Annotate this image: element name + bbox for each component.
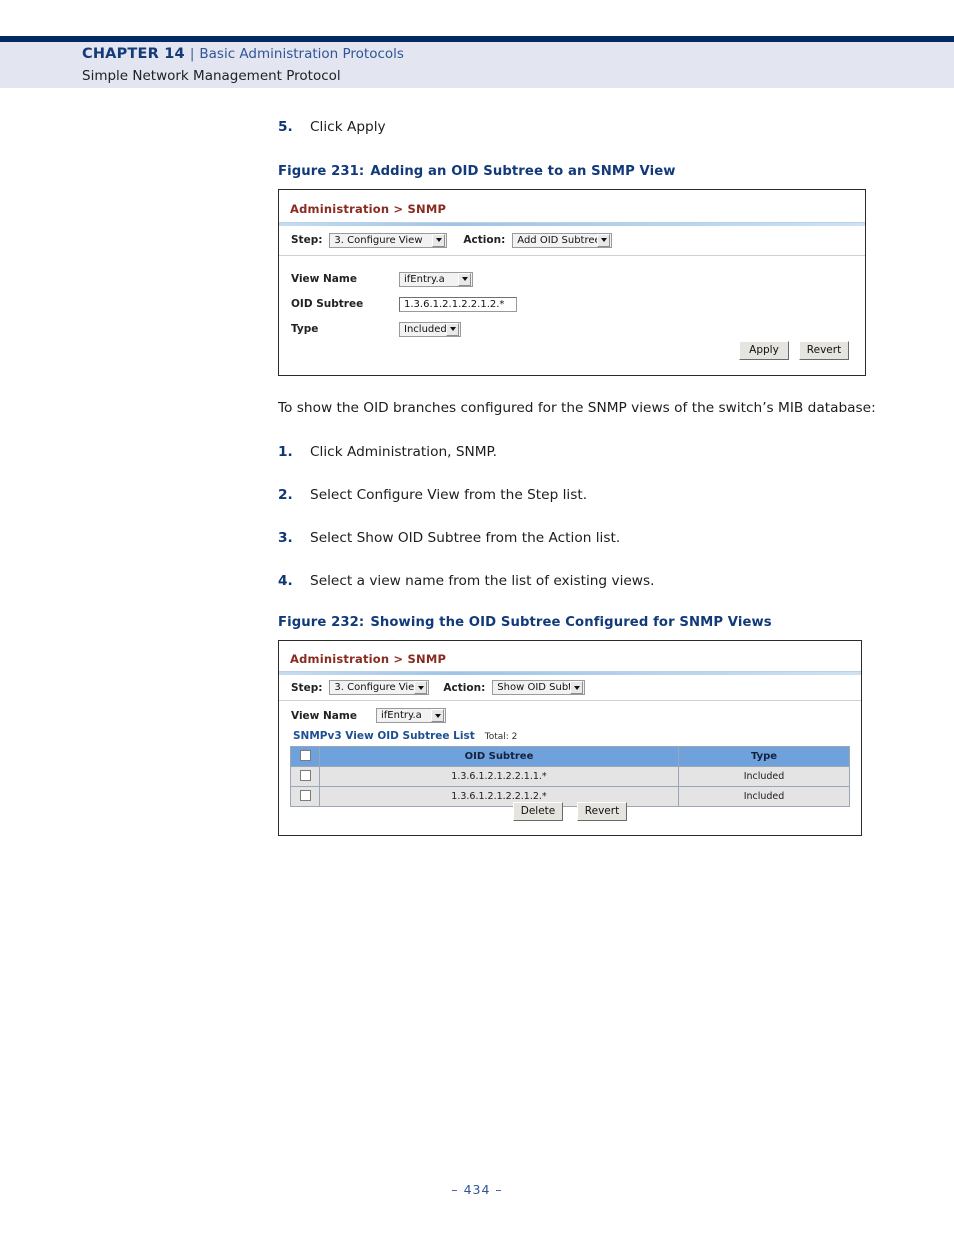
- fig231-step-value: 3. Configure View: [334, 234, 423, 246]
- figure-232-screenshot: Administration > SNMP Step: 3. Configure…: [278, 640, 862, 837]
- chevron-down-icon: [570, 681, 584, 695]
- table-cell-type: Included: [678, 766, 850, 788]
- figure-231-screenshot: Administration > SNMP Step: 3. Configure…: [278, 188, 866, 376]
- fig232-view-name-label: View Name: [291, 709, 357, 722]
- fig232-titlebar: Administration > SNMP: [279, 641, 861, 672]
- fig231-field-oid-subtree: OID Subtree 1.3.6.1.2.1.2.2.1.2.*: [291, 292, 865, 317]
- intro-paragraph: To show the OID branches configured for …: [278, 399, 876, 416]
- fig232-step-action-row: Step: 3. Configure View Action: Show OID…: [279, 675, 861, 702]
- fig231-action-value: Add OID Subtree: [517, 234, 598, 246]
- step-text: Select Configure View from the Step list…: [310, 486, 588, 503]
- fig231-titlebar: Administration > SNMP: [279, 189, 865, 222]
- figure-232-caption: Figure 232: Showing the OID Subtree Confi…: [278, 615, 898, 630]
- fig231-type-value: Included: [404, 323, 446, 335]
- table-row: 1.3.6.1.2.1.2.2.1.1.* Included: [290, 766, 850, 788]
- header-section-label: Basic Administration Protocols: [199, 46, 404, 62]
- fig232-step-value: 3. Configure View: [334, 682, 415, 694]
- list-item-step2: 2. Select Configure View from the Step l…: [278, 486, 898, 506]
- header-chapter-label: CHAPTER 14: [82, 46, 185, 62]
- fig231-view-name-select[interactable]: ifEntry.a: [399, 271, 473, 287]
- list-item-step4: 4. Select a view name from the list of e…: [278, 572, 898, 592]
- fig231-view-name-label: View Name: [291, 273, 357, 286]
- step-text: Select a view name from the list of exis…: [310, 572, 655, 589]
- table-header-select-all[interactable]: [290, 746, 320, 768]
- figure-231-number: Figure 231:: [278, 163, 365, 179]
- select-all-checkbox[interactable]: [299, 749, 311, 761]
- fig231-action-select[interactable]: Add OID Subtree: [512, 232, 613, 248]
- fig231-field-view-name: View Name ifEntry.a: [291, 267, 865, 292]
- fig231-form: View Name ifEntry.a OID Subtree 1.3.6.1.…: [279, 256, 865, 342]
- fig232-action-label: Action:: [443, 681, 486, 694]
- step-number: 1.: [278, 444, 293, 460]
- fig232-step-select[interactable]: 3. Configure View: [329, 680, 430, 696]
- table-header-type: Type: [678, 746, 850, 768]
- fig231-step-select[interactable]: 3. Configure View: [329, 232, 448, 248]
- fig232-view-name-select[interactable]: ifEntry.a: [376, 708, 446, 724]
- fig231-step-label: Step:: [291, 234, 323, 247]
- fig231-action-label: Action:: [463, 234, 506, 247]
- fig231-step-action-row: Step: 3. Configure View Action: Add OID …: [279, 226, 865, 256]
- fig231-window-title: Administration > SNMP: [290, 201, 447, 216]
- fig231-oid-subtree-input[interactable]: 1.3.6.1.2.1.2.2.1.2.*: [399, 296, 517, 312]
- revert-button[interactable]: Revert: [799, 340, 849, 360]
- chevron-down-icon: [458, 272, 471, 286]
- fig232-field-view-name: View Name ifEntry.a: [279, 701, 861, 727]
- step-text: Click Administration, SNMP.: [310, 444, 498, 460]
- header-text-block: CHAPTER 14 | Basic Administration Protocol…: [82, 44, 404, 86]
- chevron-down-icon: [597, 233, 611, 247]
- table-header-oid-subtree: OID Subtree: [319, 746, 679, 768]
- header-subsection-label: Simple Network Management Protocol: [82, 67, 341, 84]
- page-footer: – 434 –: [0, 1182, 954, 1197]
- page-content: 5. Click Apply Figure 231: Adding an OID …: [278, 110, 898, 837]
- fig232-view-name-value: ifEntry.a: [381, 710, 422, 722]
- step-text: Select Show OID Subtree from the Action …: [310, 529, 621, 546]
- step-number: 4.: [278, 572, 293, 589]
- table-cell-oid: 1.3.6.1.2.1.2.2.1.1.*: [319, 766, 679, 788]
- chevron-down-icon: [432, 233, 446, 247]
- delete-button[interactable]: Delete: [513, 802, 563, 822]
- page-number: – 434 –: [451, 1182, 503, 1197]
- list-item-step1: 1. Click Administration, SNMP.: [278, 443, 898, 463]
- fig232-button-row: Delete Revert: [279, 802, 861, 822]
- list-item-step3: 3. Select Show OID Subtree from the Acti…: [278, 529, 898, 549]
- fig231-type-label: Type: [291, 323, 319, 336]
- chevron-down-icon: [446, 322, 459, 336]
- step-number: 5.: [278, 119, 293, 135]
- fig232-list-total: Total: 2: [484, 732, 518, 743]
- revert-button[interactable]: Revert: [577, 802, 627, 822]
- fig231-type-select[interactable]: Included: [399, 321, 461, 337]
- figure-232-title: Showing the OID Subtree Configured for S…: [370, 615, 772, 631]
- table-header-row: OID Subtree Type: [290, 746, 850, 768]
- fig232-list-header: SNMPv3 View OID Subtree List Total: 2: [279, 727, 861, 746]
- figure-231-caption: Figure 231: Adding an OID Subtree to an S…: [278, 164, 898, 179]
- apply-button[interactable]: Apply: [739, 340, 789, 360]
- chevron-down-icon: [414, 681, 428, 695]
- page-header: CHAPTER 14 | Basic Administration Protocol…: [0, 0, 954, 88]
- fig232-list-title: SNMPv3 View OID Subtree List: [293, 730, 475, 743]
- chevron-down-icon: [431, 709, 444, 723]
- fig231-field-type: Type Included: [291, 317, 865, 342]
- step-text: Click Apply: [310, 119, 386, 135]
- fig232-action-select[interactable]: Show OID Subtree: [492, 680, 586, 696]
- header-breadcrumb: CHAPTER 14 | Basic Administration Protocol…: [82, 44, 404, 65]
- fig232-action-value: Show OID Subtree: [497, 682, 571, 694]
- list-item-step5: 5. Click Apply: [278, 118, 898, 138]
- step-number: 2.: [278, 486, 293, 503]
- row-checkbox[interactable]: [299, 789, 311, 801]
- figure-231-title: Adding an OID Subtree to an SNMP View: [370, 163, 676, 179]
- oid-subtree-table: OID Subtree Type 1.3.6.1.2.1.2.2.1.1.* I…: [290, 746, 850, 808]
- fig232-window-title: Administration > SNMP: [290, 652, 447, 667]
- table-cell-checkbox[interactable]: [290, 766, 320, 788]
- fig231-oid-subtree-label: OID Subtree: [291, 298, 364, 311]
- row-checkbox[interactable]: [299, 769, 311, 781]
- step-number: 3.: [278, 529, 293, 546]
- fig232-step-label: Step:: [291, 681, 323, 694]
- header-separator: |: [189, 46, 195, 62]
- fig231-view-name-value: ifEntry.a: [404, 273, 445, 285]
- fig231-button-row: Apply Revert: [739, 340, 849, 360]
- figure-232-number: Figure 232:: [278, 615, 365, 631]
